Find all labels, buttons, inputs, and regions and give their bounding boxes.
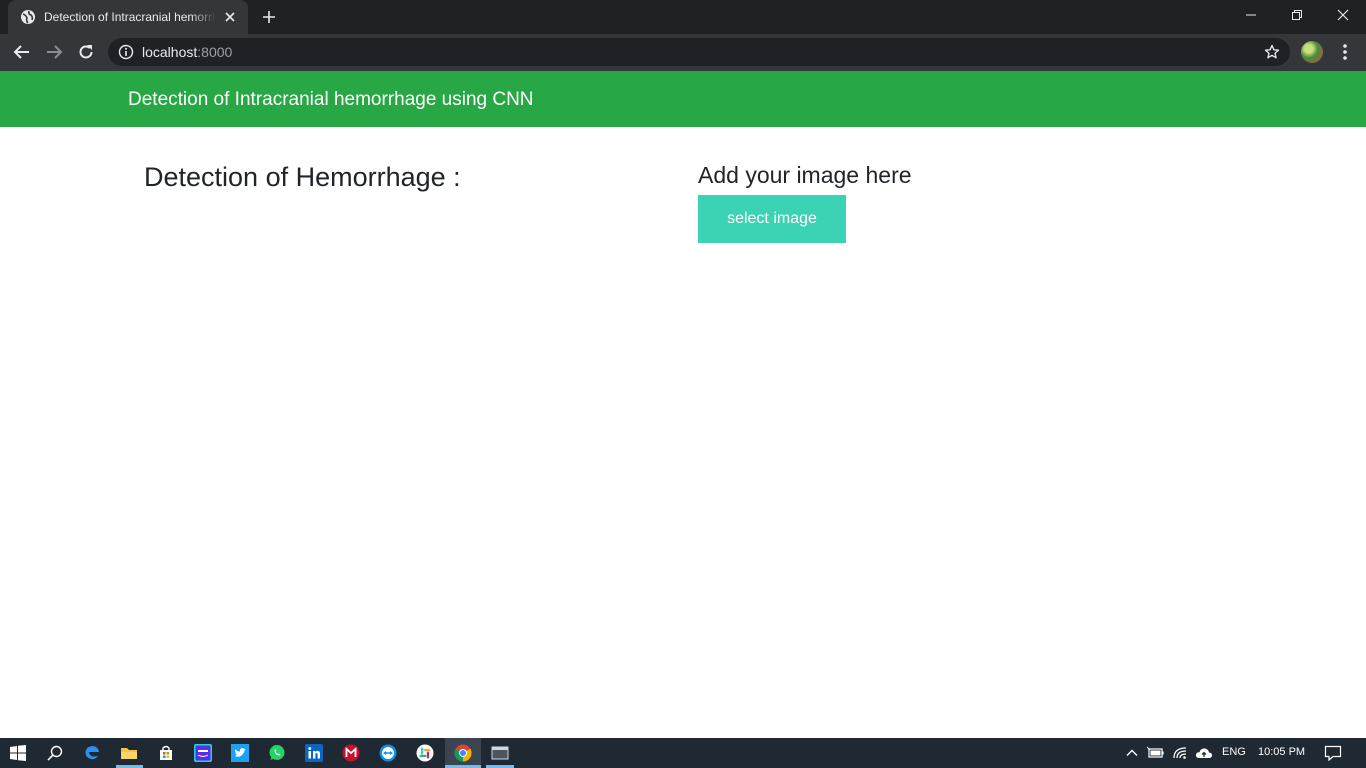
tab-strip: Detection of Intracranial hemorrhage usi… <box>0 0 1366 34</box>
chevron-up-icon[interactable] <box>1122 743 1142 763</box>
windows-start-icon[interactable] <box>8 743 28 763</box>
navbar-brand[interactable]: Detection of Intracranial hemorrhage usi… <box>128 89 534 111</box>
new-tab-icon[interactable] <box>260 8 278 26</box>
tab-title: Detection of Intracranial hemorrhage usi… <box>44 10 216 24</box>
restore-icon <box>1292 10 1302 20</box>
chrome-icon[interactable] <box>453 743 473 763</box>
info-icon[interactable] <box>118 44 134 60</box>
forward-button[interactable] <box>44 42 64 62</box>
file-explorer-icon[interactable] <box>119 743 139 763</box>
arrow-left-icon <box>13 45 29 59</box>
upload-heading: Add your image here <box>698 162 912 188</box>
linkedin-icon[interactable] <box>304 743 324 763</box>
slack-icon[interactable] <box>415 743 435 763</box>
store-icon[interactable] <box>156 743 176 763</box>
close-window-button[interactable] <box>1320 0 1366 30</box>
arrow-right-icon <box>47 45 63 59</box>
minimize-icon <box>1246 14 1256 16</box>
edge-icon[interactable] <box>82 743 102 763</box>
search-icon[interactable] <box>45 743 65 763</box>
twitter-icon[interactable] <box>230 743 250 763</box>
globe-icon <box>21 10 35 24</box>
url-port: :8000 <box>197 44 233 60</box>
url-text: localhost:8000 <box>142 45 232 60</box>
url-host: localhost <box>142 44 198 60</box>
detection-heading: Detection of Hemorrhage : <box>144 162 461 192</box>
back-button[interactable] <box>12 42 32 62</box>
bookmark-star-icon[interactable] <box>1264 44 1280 60</box>
more-vertical-icon[interactable] <box>1336 42 1354 62</box>
minimize-button[interactable] <box>1228 0 1274 30</box>
reload-button[interactable] <box>76 42 96 62</box>
terminal-icon[interactable] <box>490 743 510 763</box>
onedrive-cloud-icon[interactable] <box>1194 743 1214 763</box>
action-center-icon[interactable] <box>1323 743 1343 763</box>
browser-toolbar: localhost:8000 <box>0 34 1366 71</box>
whatsapp-icon[interactable] <box>267 743 287 763</box>
battery-icon[interactable] <box>1146 743 1166 763</box>
close-tab-icon[interactable] <box>222 9 238 25</box>
restore-button[interactable] <box>1274 0 1320 30</box>
clock[interactable]: 10:05 PM <box>1258 746 1305 759</box>
profile-avatar[interactable] <box>1301 41 1323 63</box>
taskbar: ENG 10:05 PM <box>0 738 1366 768</box>
select-image-button[interactable]: select image <box>698 195 846 243</box>
browser-tab[interactable]: Detection of Intracranial hemorrhage usi… <box>8 0 248 34</box>
reload-icon <box>79 45 93 59</box>
address-bar[interactable]: localhost:8000 <box>108 38 1290 66</box>
language-indicator[interactable]: ENG <box>1222 746 1246 759</box>
close-icon <box>1337 9 1349 21</box>
navbar: Detection of Intracranial hemorrhage usi… <box>0 71 1366 127</box>
teamviewer-icon[interactable] <box>378 743 398 763</box>
wifi-icon[interactable] <box>1171 743 1191 763</box>
mcafee-icon[interactable] <box>341 743 361 763</box>
amazon-music-icon[interactable] <box>193 743 213 763</box>
